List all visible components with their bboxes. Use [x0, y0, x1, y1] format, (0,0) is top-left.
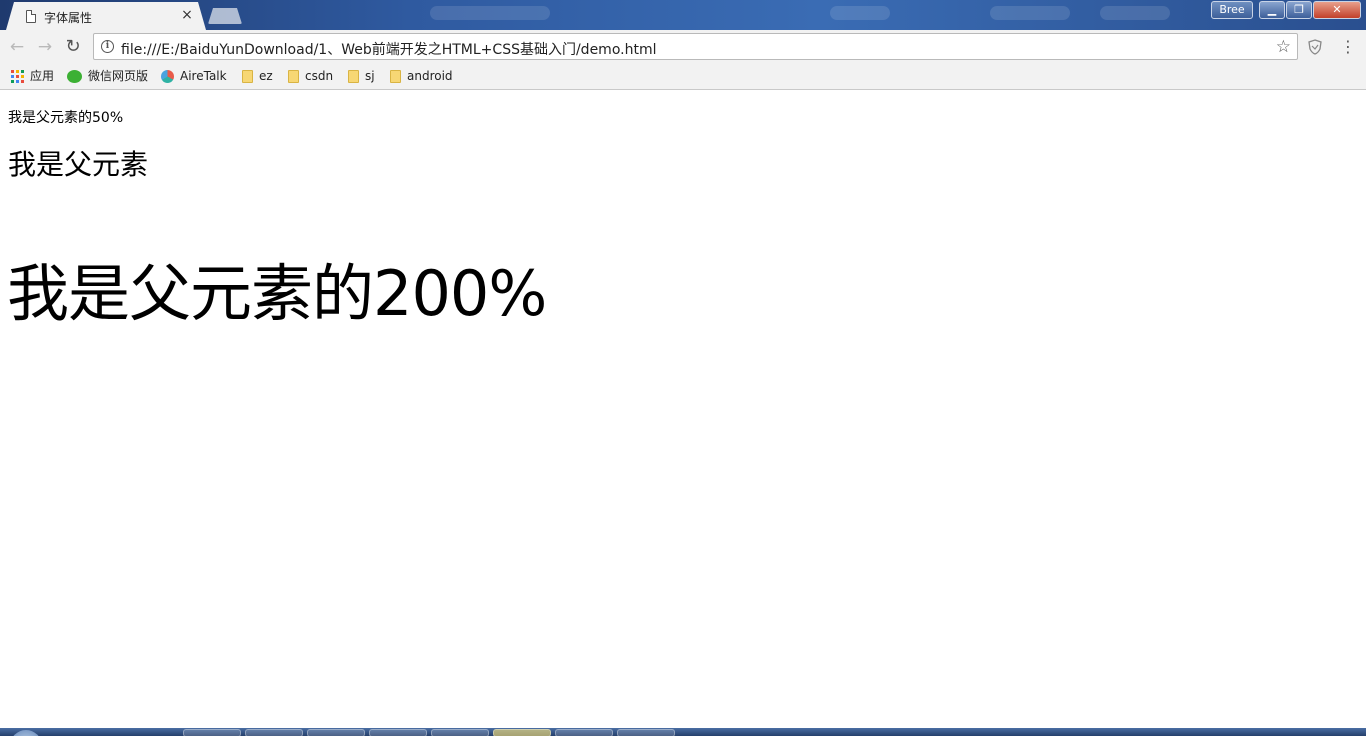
tab-active[interactable]: 字体属性 ×: [6, 2, 206, 30]
bookmark-label: csdn: [305, 69, 334, 83]
document-icon: [26, 10, 36, 23]
forward-button[interactable]: →: [35, 37, 55, 57]
bookmark-star-icon[interactable]: ☆: [1276, 37, 1291, 57]
page-content: 我是父元素的50% 我是父元素 我是父元素的200%: [0, 91, 1366, 728]
bookmark-label: AireTalk: [180, 69, 227, 83]
bookmarks-bar: 应用 微信网页版 AireTalk ez csdn sj android: [0, 63, 1366, 90]
window-title-bar: 字体属性 × Bree ▁ ❐ ✕: [0, 0, 1366, 30]
background-decoration: [830, 6, 890, 20]
airetalk-icon: [161, 70, 174, 83]
taskbar-item[interactable]: [369, 729, 427, 736]
bookmark-label: sj: [365, 69, 375, 83]
url-text[interactable]: file:///E:/BaiduYunDownload/1、Web前端开发之HT…: [121, 39, 656, 59]
start-button[interactable]: [10, 730, 42, 736]
background-decoration: [990, 6, 1070, 20]
menu-icon[interactable]: ⋮: [1340, 37, 1356, 57]
bookmark-label: 应用: [30, 69, 55, 83]
bookmark-wechat[interactable]: 微信网页版: [67, 68, 148, 84]
new-tab-button[interactable]: [208, 8, 242, 24]
background-decoration: [1100, 6, 1170, 20]
minimize-button[interactable]: ▁: [1259, 1, 1285, 19]
text-200-percent: 我是父元素的200%: [7, 257, 547, 330]
os-taskbar: [0, 728, 1366, 736]
bookmark-folder-android[interactable]: android: [390, 68, 453, 84]
folder-icon: [390, 70, 401, 83]
text-parent: 我是父元素: [8, 148, 149, 181]
taskbar-item[interactable]: [555, 729, 613, 736]
bookmark-label: 微信网页版: [88, 69, 149, 83]
bookmark-folder-csdn[interactable]: csdn: [288, 68, 333, 84]
tab-close-icon[interactable]: ×: [180, 8, 194, 22]
info-icon[interactable]: i: [101, 40, 114, 53]
taskbar-item[interactable]: [183, 729, 241, 736]
bookmark-apps[interactable]: 应用: [11, 68, 54, 84]
back-button[interactable]: ←: [7, 37, 27, 57]
maximize-button[interactable]: ❐: [1286, 1, 1312, 19]
folder-icon: [242, 70, 253, 83]
bookmark-airetalk[interactable]: AireTalk: [161, 68, 227, 84]
bookmark-label: android: [407, 69, 453, 83]
background-decoration: [430, 6, 550, 20]
taskbar-item[interactable]: [617, 729, 675, 736]
wechat-icon: [67, 70, 82, 83]
folder-icon: [348, 70, 359, 83]
taskbar-item[interactable]: [307, 729, 365, 736]
apps-grid-icon: [11, 70, 24, 83]
reload-button[interactable]: ↻: [63, 37, 83, 57]
browser-toolbar: ← → ↻ i file:///E:/BaiduYunDownload/1、We…: [0, 30, 1366, 63]
shield-extension-icon[interactable]: [1307, 39, 1323, 55]
close-window-button[interactable]: ✕: [1313, 1, 1361, 19]
profile-button[interactable]: Bree: [1211, 1, 1253, 19]
tab-title: 字体属性: [44, 11, 93, 25]
bookmark-label: ez: [259, 69, 273, 83]
taskbar-item[interactable]: [493, 729, 551, 736]
bookmark-folder-ez[interactable]: ez: [242, 68, 273, 84]
taskbar-item[interactable]: [245, 729, 303, 736]
folder-icon: [288, 70, 299, 83]
bookmark-folder-sj[interactable]: sj: [348, 68, 375, 84]
text-50-percent: 我是父元素的50%: [8, 110, 124, 126]
taskbar-item[interactable]: [431, 729, 489, 736]
address-bar[interactable]: i file:///E:/BaiduYunDownload/1、Web前端开发之…: [93, 33, 1298, 60]
